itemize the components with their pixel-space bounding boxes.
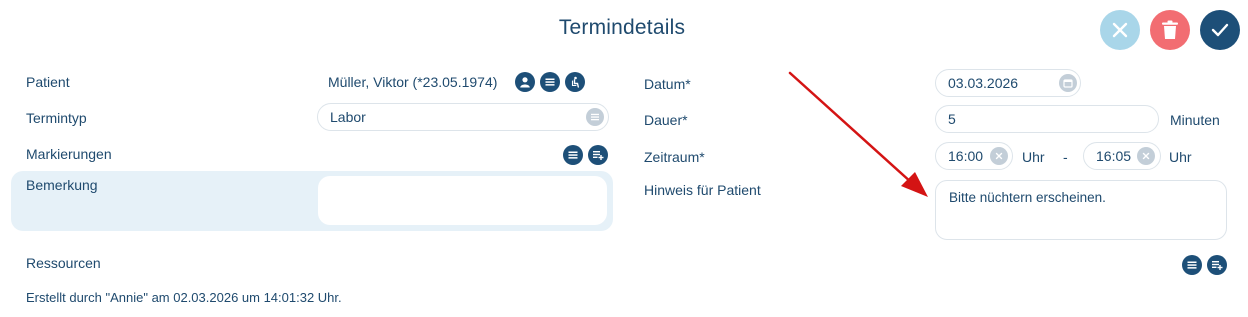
annotation-arrow	[788, 71, 928, 197]
